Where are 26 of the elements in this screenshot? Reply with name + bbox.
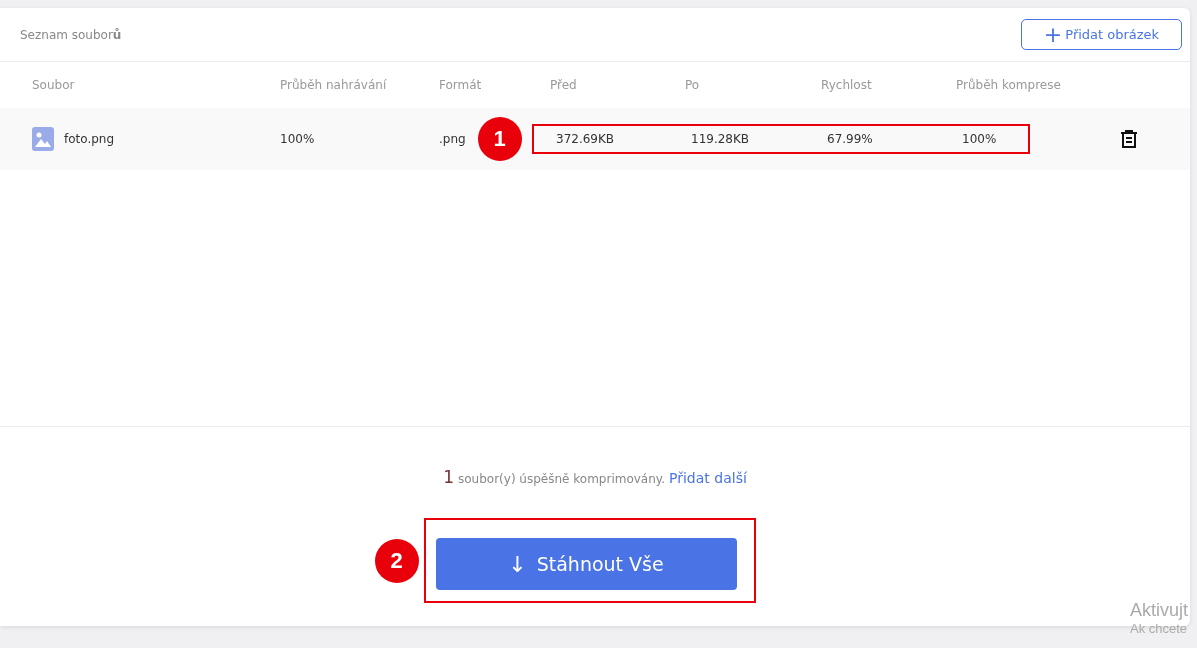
table-cell-text: 372.69KB <box>555 132 616 146</box>
column-header: Soubor <box>32 78 76 92</box>
summary-text: soubor(y) úspěšně komprimovány. <box>458 472 666 486</box>
image-file-icon <box>32 127 54 151</box>
table-cell: .png <box>439 132 466 146</box>
annotation-badge: 1 <box>477 117 522 161</box>
download-all-button[interactable]: ↓ Stáhnout Vše <box>435 538 737 590</box>
activation-notice-title: Aktivujt <box>1130 600 1189 621</box>
column-header: Formát <box>439 78 483 92</box>
add-more-link[interactable]: Přidat další <box>669 470 747 486</box>
annotation-badge: 2 <box>374 538 419 583</box>
column-header: Před <box>550 78 578 92</box>
table-cell-text: 100% <box>280 132 316 146</box>
column-header: Průběh komprese <box>956 78 1062 92</box>
table-cell-text: 100% <box>961 132 998 146</box>
table-cell-text: 119.28KB <box>690 132 751 146</box>
file-count: 1 <box>443 467 454 487</box>
table-cell-text: 67.99% <box>826 132 874 146</box>
add-image-button[interactable]: +Přidat obrázek <box>1021 19 1182 50</box>
activation-notice-text: Ak chcete <box>1130 621 1189 636</box>
panel-title: Seznam souborů <box>20 27 122 42</box>
column-header: Průběh nahrávání <box>280 78 388 92</box>
file-name: foto.png <box>64 132 115 146</box>
column-header: Po <box>685 78 701 92</box>
column-header: Rychlost <box>821 78 873 92</box>
delete-icon[interactable] <box>1120 130 1138 148</box>
